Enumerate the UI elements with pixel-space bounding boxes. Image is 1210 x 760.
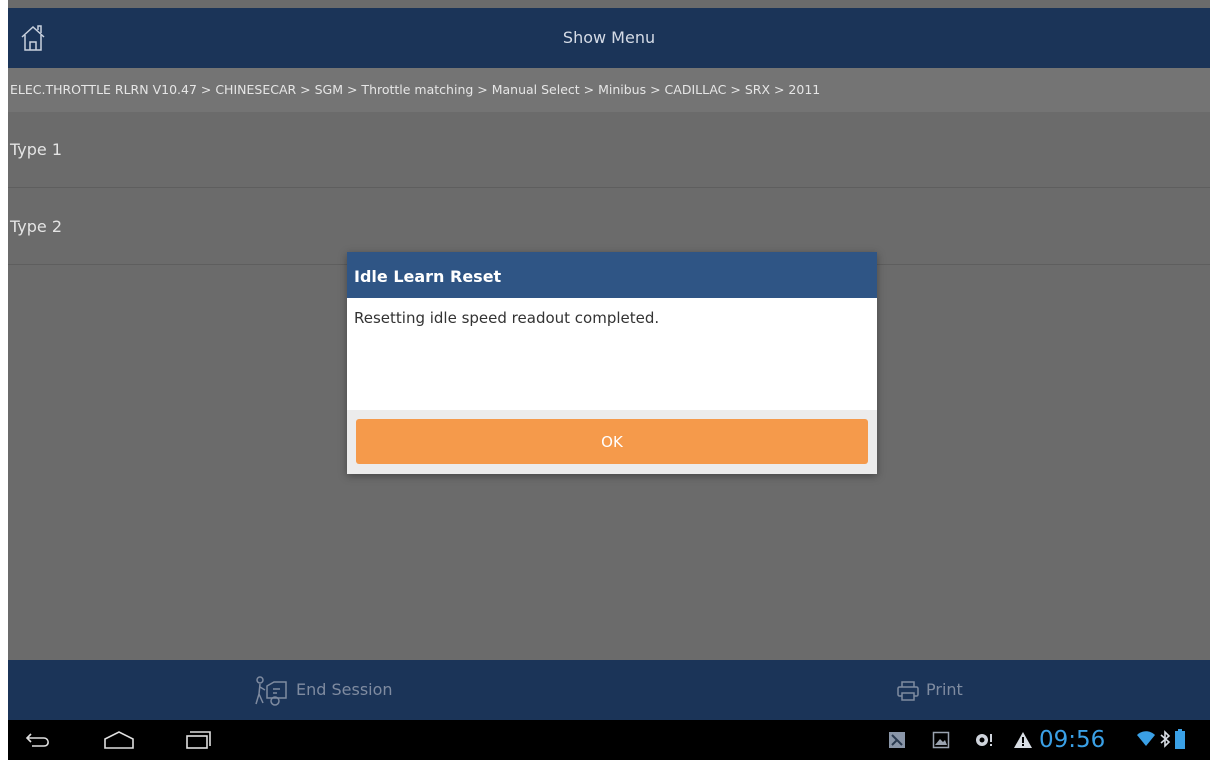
ok-button[interactable]: OK — [356, 419, 868, 464]
battery-icon — [1175, 729, 1185, 749]
sync-notification-icon[interactable] — [974, 731, 994, 749]
status-clock: 09:56 — [1039, 727, 1106, 753]
idle-learn-reset-dialog: Idle Learn Reset Resetting idle speed re… — [347, 252, 877, 474]
dialog-footer: OK — [347, 410, 877, 474]
print-button[interactable]: Print — [896, 660, 963, 720]
recent-apps-icon[interactable] — [184, 728, 214, 752]
breadcrumb: ELEC.THROTTLE RLRN V10.47 > CHINESECAR >… — [8, 68, 1210, 112]
list-item-type-1[interactable]: Type 1 — [8, 112, 1210, 188]
system-nav-bar: 09:56 — [8, 720, 1210, 760]
diagnostic-app-notification-icon[interactable] — [888, 731, 906, 749]
home-nav-icon[interactable] — [102, 728, 136, 752]
home-button[interactable] — [18, 22, 48, 54]
gallery-notification-icon[interactable] — [932, 731, 950, 749]
page-title: Show Menu — [562, 28, 656, 47]
print-label: Print — [926, 680, 963, 699]
end-session-button[interactable]: End Session — [252, 660, 393, 720]
bottom-toolbar: End Session Print — [8, 660, 1210, 720]
end-session-label: End Session — [296, 680, 393, 699]
dialog-message: Resetting idle speed readout completed. — [354, 309, 660, 327]
dialog-title: Idle Learn Reset — [347, 252, 877, 298]
back-icon[interactable] — [24, 728, 54, 752]
wifi-icon — [1137, 731, 1155, 746]
warning-icon[interactable] — [1013, 731, 1033, 749]
home-icon — [21, 25, 45, 51]
app-screen: Show Menu ELEC.THROTTLE RLRN V10.47 > CH… — [8, 0, 1210, 760]
printer-icon — [897, 680, 919, 701]
bluetooth-icon — [1160, 730, 1171, 748]
top-app-bar: Show Menu — [8, 8, 1210, 68]
end-session-icon — [255, 675, 287, 706]
